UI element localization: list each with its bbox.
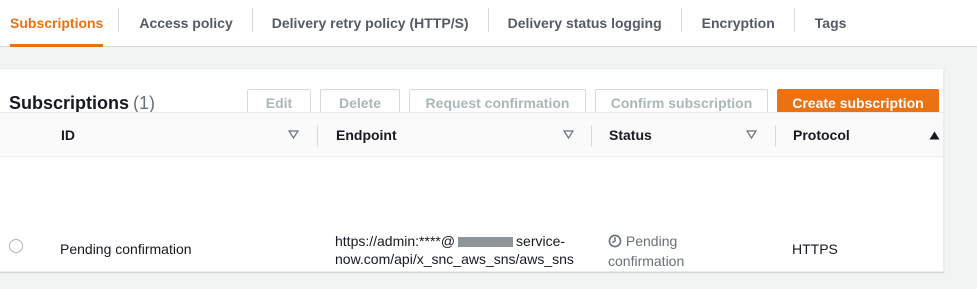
tab-delivery-retry-policy[interactable]: Delivery retry policy (HTTP/S): [272, 0, 469, 46]
column-header-protocol[interactable]: Protocol: [793, 113, 850, 157]
column-label: ID: [61, 127, 75, 143]
cell-endpoint: https://admin:****@ service- now.com/api/…: [335, 232, 574, 268]
cell-status: Pending confirmation: [608, 232, 684, 270]
caret-up-icon[interactable]: [929, 131, 940, 140]
column-header-id[interactable]: ID: [61, 113, 75, 157]
request-confirmation-label: Request confirmation: [425, 95, 570, 111]
tab-delivery-status-logging[interactable]: Delivery status logging: [508, 0, 662, 46]
panel-title: Subscriptions (1): [9, 93, 155, 114]
table-header: ID Endpoint Status Protocol: [0, 112, 943, 157]
panel-title-text: Subscriptions: [9, 93, 130, 113]
tab-divider: [487, 8, 489, 32]
row-select-radio[interactable]: [9, 239, 23, 253]
column-label: Status: [609, 127, 652, 143]
column-label: Endpoint: [336, 127, 397, 143]
cell-protocol: HTTPS: [792, 241, 838, 257]
clock-icon: [608, 234, 622, 252]
column-header-endpoint[interactable]: Endpoint: [336, 113, 397, 157]
cell-id: Pending confirmation: [60, 241, 192, 257]
column-divider[interactable]: [317, 125, 318, 147]
tab-bar: Subscriptions Access policy Delivery ret…: [0, 0, 977, 47]
tab-divider: [118, 8, 120, 32]
tab-label: Access policy: [139, 15, 233, 31]
endpoint-text: service-: [516, 233, 566, 249]
tab-encryption[interactable]: Encryption: [702, 0, 775, 46]
column-header-status[interactable]: Status: [609, 113, 652, 157]
caret-down-icon[interactable]: [288, 130, 299, 139]
create-subscription-label: Create subscription: [792, 95, 924, 111]
status-text: Pending: [625, 233, 678, 249]
redacted-block: [458, 237, 514, 248]
tab-tags[interactable]: Tags: [815, 0, 847, 46]
endpoint-text: https://admin:****@: [335, 233, 456, 249]
column-divider[interactable]: [591, 125, 592, 147]
column-divider[interactable]: [775, 125, 776, 147]
delete-button-label: Delete: [338, 95, 382, 111]
tab-label: Subscriptions: [10, 15, 104, 31]
endpoint-text: now.com/api/x_snc_aws_sns/aws_sns: [335, 251, 574, 267]
tab-subscriptions[interactable]: Subscriptions: [10, 0, 104, 47]
tab-label: Encryption: [701, 15, 775, 31]
status-text: confirmation: [608, 253, 685, 269]
tab-divider: [793, 8, 795, 32]
tab-label: Delivery retry policy (HTTP/S): [271, 15, 469, 31]
subscription-count: (1): [133, 93, 156, 113]
caret-down-icon[interactable]: [563, 130, 574, 139]
tab-divider: [251, 8, 253, 32]
table-row[interactable]: [0, 157, 943, 204]
caret-down-icon[interactable]: [746, 130, 757, 139]
tab-divider: [680, 8, 682, 32]
confirm-subscription-label: Confirm subscription: [610, 95, 753, 111]
tab-label: Tags: [814, 15, 847, 31]
edit-button-label: Edit: [265, 95, 293, 111]
column-label: Protocol: [793, 127, 850, 143]
tab-label: Delivery status logging: [507, 15, 662, 31]
tab-access-policy[interactable]: Access policy: [139, 0, 232, 46]
